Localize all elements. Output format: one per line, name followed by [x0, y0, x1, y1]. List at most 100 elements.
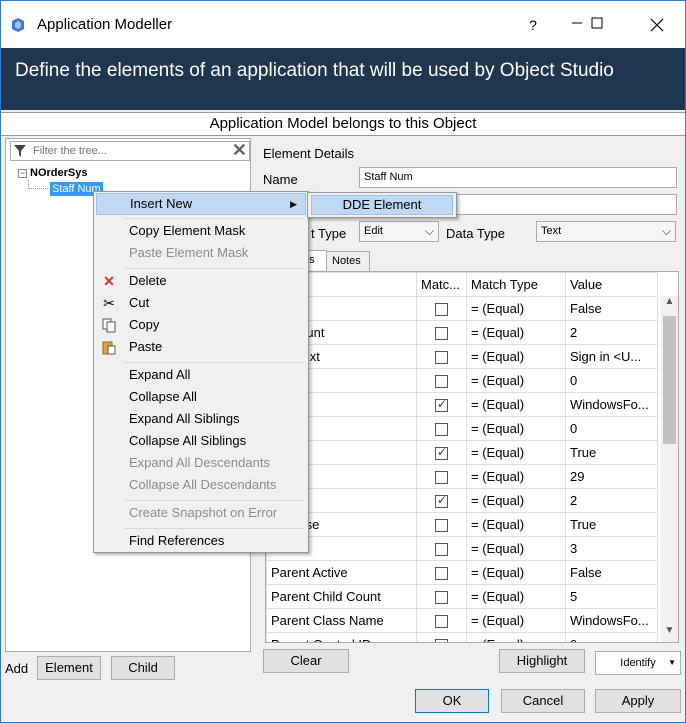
- maximize-button[interactable]: [577, 9, 617, 41]
- table-row[interactable]: Name= (Equal)WindowsFo...: [266, 392, 658, 417]
- highlight-button[interactable]: Highlight: [499, 649, 585, 673]
- match-checkbox[interactable]: [435, 445, 448, 461]
- cell-value[interactable]: True: [565, 512, 658, 537]
- table-row[interactable]: tors Text= (Equal)Sign in <U...: [266, 344, 658, 369]
- close-button[interactable]: [637, 9, 677, 41]
- column-header-match[interactable]: Matc...: [416, 272, 467, 297]
- match-checkbox[interactable]: [435, 543, 448, 557]
- cell-match-type[interactable]: = (Equal): [466, 368, 566, 393]
- menu-item-collapse-all[interactable]: Collapse All: [96, 386, 306, 408]
- add-child-button[interactable]: Child: [111, 656, 175, 680]
- add-element-button[interactable]: Element: [37, 656, 101, 680]
- collapse-toggle-icon[interactable]: −: [18, 168, 27, 178]
- clear-button[interactable]: Clear: [263, 649, 349, 673]
- tree-filter[interactable]: ✕: [10, 140, 250, 161]
- scroll-thumb[interactable]: [663, 316, 676, 444]
- cell-match-type[interactable]: = (Equal): [466, 320, 566, 345]
- menu-item-delete[interactable]: ✕ Delete: [96, 270, 306, 292]
- cell-value[interactable]: True: [565, 440, 658, 465]
- table-row[interactable]: Reverse= (Equal)True: [266, 512, 658, 537]
- table-row[interactable]: ed= (Equal)True: [266, 440, 658, 465]
- scroll-up-icon[interactable]: ▲: [661, 296, 678, 313]
- cell-value[interactable]: False: [565, 560, 658, 585]
- cell-match-type[interactable]: = (Equal): [466, 512, 566, 537]
- element-type-select[interactable]: Edit ⌵: [359, 221, 439, 242]
- cell-value[interactable]: False: [565, 296, 658, 321]
- tab-notes[interactable]: Notes: [326, 251, 370, 271]
- cell-value[interactable]: WindowsFo...: [565, 392, 658, 417]
- cell-match-type[interactable]: = (Equal): [466, 536, 566, 561]
- menu-item-insert-new[interactable]: Insert New ▶: [96, 193, 306, 215]
- cell-value[interactable]: 3: [565, 536, 658, 561]
- ok-button[interactable]: OK: [415, 689, 489, 713]
- column-header-value[interactable]: Value: [565, 272, 658, 297]
- menu-item-expand-all[interactable]: Expand All: [96, 364, 306, 386]
- cell-value[interactable]: WindowsFo...: [565, 608, 658, 633]
- table-row[interactable]: Index= (Equal)2: [266, 488, 658, 513]
- table-row[interactable]: ol ID= (Equal)0: [266, 416, 658, 441]
- match-checkbox[interactable]: [435, 591, 448, 605]
- cell-match-type[interactable]: = (Equal): [466, 632, 566, 642]
- table-row[interactable]: Parent Child Count = (Equal) 5: [266, 584, 658, 609]
- cell-match-type[interactable]: = (Equal): [466, 584, 566, 609]
- apply-button[interactable]: Apply: [595, 689, 681, 713]
- data-type-select[interactable]: Text ⌵: [536, 221, 676, 242]
- table-row[interactable]: Parent Class Name = (Equal) WindowsFo...: [266, 608, 658, 633]
- table-row[interactable]: = (Equal) False: [266, 296, 658, 321]
- name-field[interactable]: Staff Num: [359, 167, 677, 188]
- help-button[interactable]: ?: [513, 9, 553, 41]
- match-checkbox[interactable]: [435, 351, 448, 365]
- cell-match-type[interactable]: = (Equal): [466, 464, 566, 489]
- menu-item-copy[interactable]: Copy: [96, 314, 306, 336]
- cell-match-type[interactable]: = (Equal): [466, 296, 566, 321]
- table-row[interactable]: t= (Equal)29: [266, 464, 658, 489]
- cell-value[interactable]: 0: [565, 632, 658, 642]
- match-checkbox[interactable]: [435, 397, 448, 413]
- match-checkbox[interactable]: [435, 423, 448, 437]
- cell-value[interactable]: 0: [565, 368, 658, 393]
- match-checkbox[interactable]: [435, 303, 448, 317]
- cell-match-type[interactable]: = (Equal): [466, 416, 566, 441]
- cell-match-type[interactable]: = (Equal): [466, 608, 566, 633]
- cell-value[interactable]: 2: [565, 320, 658, 345]
- tree-root-node[interactable]: − NOrderSys: [18, 167, 87, 179]
- cell-value[interactable]: 5: [565, 584, 658, 609]
- column-header-match-type[interactable]: Match Type: [466, 272, 566, 297]
- cell-match-type[interactable]: = (Equal): [466, 560, 566, 585]
- vertical-scrollbar[interactable]: ▲ ▼: [661, 296, 678, 642]
- identify-button[interactable]: Identify ▼: [595, 651, 681, 675]
- menu-item-expand-siblings[interactable]: Expand All Siblings: [96, 408, 306, 430]
- cancel-button[interactable]: Cancel: [501, 689, 585, 713]
- cell-value[interactable]: Sign in <U...: [565, 344, 658, 369]
- menu-item-paste[interactable]: Paste: [96, 336, 306, 358]
- match-checkbox[interactable]: [435, 567, 448, 581]
- match-checkbox[interactable]: [435, 375, 448, 389]
- table-row[interactable]: tor Count= (Equal)2: [266, 320, 658, 345]
- table-row[interactable]: Parent Active = (Equal) False: [266, 560, 658, 585]
- cell-match-type[interactable]: = (Equal): [466, 440, 566, 465]
- submenu-item-dde-element[interactable]: DDE Element: [311, 195, 453, 215]
- cell-value[interactable]: 29: [565, 464, 658, 489]
- clear-filter-icon[interactable]: ✕: [232, 140, 247, 161]
- match-checkbox[interactable]: [435, 615, 448, 629]
- match-checkbox[interactable]: [435, 639, 448, 642]
- match-checkbox[interactable]: [435, 471, 448, 485]
- table-row[interactable]: al= (Equal)3: [266, 536, 658, 561]
- menu-item-cut[interactable]: ✂ Cut: [96, 292, 306, 314]
- menu-item-copy-element-mask[interactable]: Copy Element Mask: [96, 220, 306, 242]
- menu-item-find-references[interactable]: Find References: [96, 530, 306, 552]
- match-checkbox[interactable]: [435, 519, 448, 533]
- table-row[interactable]: Parent Control ID = (Equal)0: [266, 632, 658, 642]
- cell-match-type[interactable]: = (Equal): [466, 392, 566, 417]
- menu-item-collapse-siblings[interactable]: Collapse All Siblings: [96, 430, 306, 452]
- cell-match-type[interactable]: = (Equal): [466, 344, 566, 369]
- table-row[interactable]: Count= (Equal)0: [266, 368, 658, 393]
- cell-value[interactable]: 0: [565, 416, 658, 441]
- match-checkbox[interactable]: [435, 327, 448, 341]
- table-header-row: me Matc... Match Type Value: [266, 272, 658, 297]
- filter-input[interactable]: [31, 143, 227, 159]
- cell-value[interactable]: 2: [565, 488, 658, 513]
- cell-match-type[interactable]: = (Equal): [466, 488, 566, 513]
- match-checkbox[interactable]: [435, 493, 448, 509]
- scroll-down-icon[interactable]: ▼: [661, 625, 678, 642]
